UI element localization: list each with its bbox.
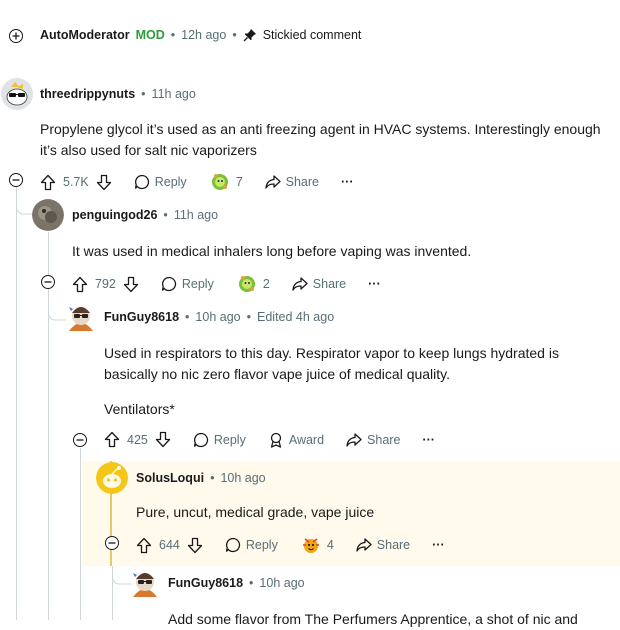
avatar[interactable] xyxy=(1,78,33,110)
edited-label: Edited 4h ago xyxy=(257,310,335,324)
share-icon xyxy=(264,175,281,189)
award-count: 7 xyxy=(235,175,243,189)
more-options-icon[interactable]: ··· xyxy=(422,433,435,447)
comment-body: Propylene glycol it’s used as an anti fr… xyxy=(40,121,601,158)
upvote-icon[interactable] xyxy=(72,276,88,293)
timestamp: 10h ago xyxy=(220,471,266,485)
downvote-icon[interactable] xyxy=(155,431,171,448)
award-button[interactable]: 7 xyxy=(209,171,243,193)
award-count: 4 xyxy=(326,538,334,552)
share-label: Share xyxy=(312,277,347,291)
downvote-icon[interactable] xyxy=(187,537,203,554)
username[interactable]: FunGuy8618 xyxy=(168,576,243,590)
comment-icon xyxy=(134,174,150,190)
expand-icon[interactable] xyxy=(9,29,23,43)
share-icon xyxy=(346,432,362,447)
comment-body: It was used in medical inhalers long bef… xyxy=(72,243,472,259)
comment-body-line: Ventilators* xyxy=(104,401,175,417)
share-label: Share xyxy=(285,175,319,189)
vote-count: 5.7K xyxy=(63,175,89,189)
vote-count: 425 xyxy=(127,432,148,447)
avatar[interactable] xyxy=(129,567,161,599)
downvote-icon[interactable] xyxy=(123,276,139,293)
pin-icon xyxy=(243,28,257,42)
award-icon xyxy=(268,432,284,448)
downvote-icon[interactable] xyxy=(96,174,112,191)
share-label: Share xyxy=(376,538,411,552)
share-button[interactable]: Share xyxy=(356,538,410,552)
vote-count: 644 xyxy=(159,538,180,552)
thread-line xyxy=(80,448,81,620)
upvote-icon[interactable] xyxy=(104,431,120,448)
comment-body: Used in respirators to this day. Respira… xyxy=(104,345,559,382)
award-icon xyxy=(300,534,322,556)
timestamp: 12h ago xyxy=(181,28,227,42)
username[interactable]: AutoModerator xyxy=(40,28,130,42)
comment-body: Pure, uncut, medical grade, vape juice xyxy=(136,504,375,520)
share-label: Share xyxy=(367,432,401,447)
thread-line xyxy=(16,192,17,620)
award-icon xyxy=(209,171,231,193)
reply-button[interactable]: Reply xyxy=(161,276,214,292)
comment-icon xyxy=(193,432,209,448)
username[interactable]: FunGuy8618 xyxy=(104,310,179,324)
collapse-icon[interactable] xyxy=(105,536,119,550)
reply-label: Reply xyxy=(245,538,278,552)
more-options-icon[interactable]: ··· xyxy=(368,277,381,291)
reply-button[interactable]: Reply xyxy=(193,432,246,448)
username[interactable]: threedrippynuts xyxy=(40,87,135,101)
avatar[interactable] xyxy=(96,462,128,494)
upvote-icon[interactable] xyxy=(136,537,152,554)
timestamp: 11h ago xyxy=(173,208,219,222)
award-label: Award xyxy=(288,432,325,447)
award-button[interactable]: Award xyxy=(268,432,324,448)
username[interactable]: penguingod26 xyxy=(72,208,157,222)
reply-button[interactable]: Reply xyxy=(134,174,187,190)
collapse-icon[interactable] xyxy=(41,275,55,289)
upvote-icon[interactable] xyxy=(40,174,56,191)
comment-icon xyxy=(161,276,177,292)
share-icon xyxy=(292,277,308,291)
stickied-label: Stickied comment xyxy=(262,28,362,42)
avatar[interactable] xyxy=(32,199,64,231)
timestamp: 11h ago xyxy=(151,87,196,101)
award-icon xyxy=(236,273,258,295)
share-button[interactable]: Share xyxy=(292,277,346,291)
comment-icon xyxy=(225,537,241,553)
reply-label: Reply xyxy=(181,277,214,291)
award-button[interactable]: 2 xyxy=(236,273,270,295)
mod-badge: MOD xyxy=(135,28,165,42)
reply-label: Reply xyxy=(213,432,246,447)
more-options-icon[interactable]: ··· xyxy=(432,538,445,552)
share-button[interactable]: Share xyxy=(346,433,400,447)
avatar[interactable] xyxy=(65,301,97,333)
more-options-icon[interactable]: ··· xyxy=(341,175,354,189)
vote-count: 792 xyxy=(95,277,116,291)
collapse-icon[interactable] xyxy=(73,433,87,447)
award-count: 2 xyxy=(262,277,270,291)
timestamp: 10h ago xyxy=(259,576,305,590)
award-button[interactable]: 4 xyxy=(300,534,334,556)
collapse-icon[interactable] xyxy=(9,173,23,187)
timestamp: 10h ago xyxy=(195,310,241,324)
share-icon xyxy=(356,538,372,552)
reply-button[interactable]: Reply xyxy=(225,537,278,553)
reply-label: Reply xyxy=(154,175,187,189)
username[interactable]: SolusLoqui xyxy=(136,471,204,485)
share-button[interactable]: Share xyxy=(264,175,319,189)
